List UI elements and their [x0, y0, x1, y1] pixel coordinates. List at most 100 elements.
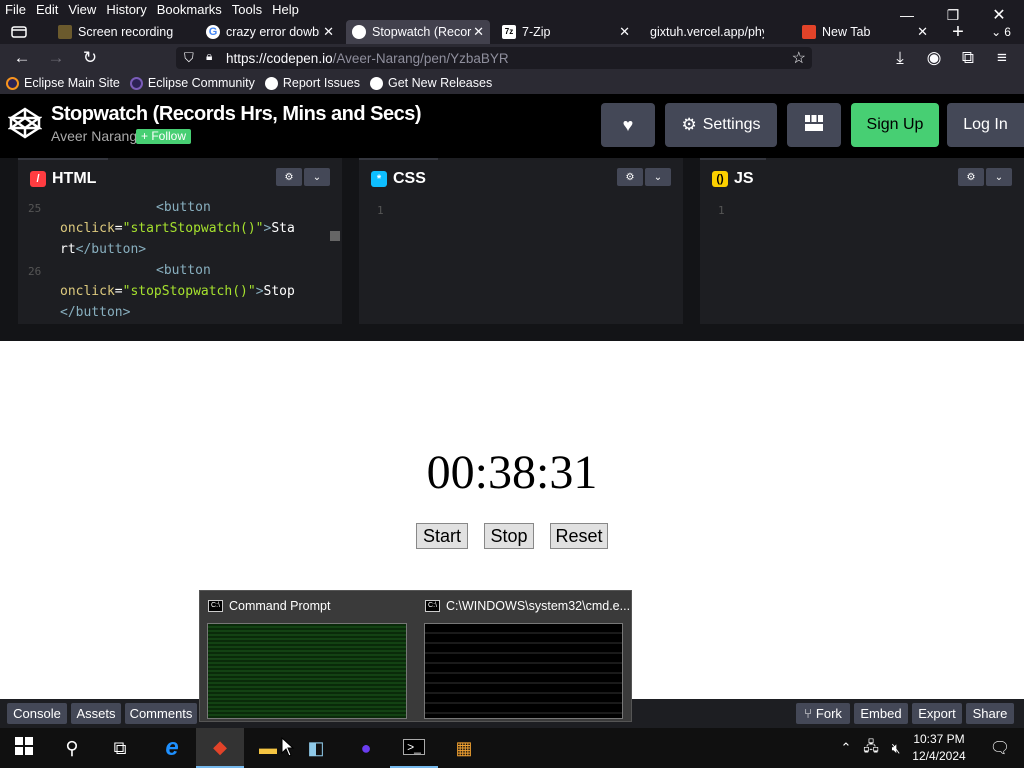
menu-tools[interactable]: Tools — [227, 0, 267, 20]
console-button[interactable]: Console — [7, 703, 67, 724]
app-menu-button[interactable]: ≡ — [988, 46, 1016, 70]
export-button[interactable]: Export — [912, 703, 962, 724]
mouse-cursor — [281, 736, 295, 757]
line-number: 25 — [28, 202, 42, 215]
account-button[interactable]: ◉ — [920, 46, 948, 70]
bookmark-eclipse-community[interactable]: Eclipse Community — [129, 76, 255, 90]
cmd-icon: C:\ — [425, 600, 440, 612]
preview-thumbnail-1[interactable] — [207, 623, 407, 719]
preview-thumbnail-2[interactable] — [424, 623, 623, 719]
css-editor-header: * CSS — [359, 158, 438, 198]
taskbar-app-purple[interactable]: ● — [342, 728, 390, 768]
follow-button[interactable]: + Follow — [136, 129, 192, 144]
bookmark-report-issues[interactable]: Report Issues — [264, 76, 360, 90]
search-button[interactable]: ⚲ — [48, 728, 96, 768]
pen-author[interactable]: Aveer Narang — [51, 128, 137, 144]
close-window-button[interactable]: ✕ — [976, 0, 1022, 30]
restore-button[interactable]: ❐ — [930, 0, 976, 30]
html-settings-button[interactable]: ⚙ — [276, 168, 302, 186]
bookmark-get-new-releases[interactable]: Get New Releases — [369, 76, 493, 90]
extensions-button[interactable]: ⧉ — [954, 46, 982, 70]
shield-icon: ⛉ — [184, 50, 194, 65]
codepen-logo-icon[interactable] — [7, 106, 43, 140]
code-line: </button> — [60, 305, 131, 320]
menu-file[interactable]: File — [0, 0, 31, 20]
css-code-area[interactable]: 1 — [359, 198, 683, 324]
bookmark-label: Get New Releases — [387, 76, 493, 90]
fork-button[interactable]: ⑂ Fork — [796, 703, 850, 724]
start-button[interactable] — [0, 728, 48, 768]
gitlab-icon: ◆ — [213, 736, 227, 757]
share-button[interactable]: Share — [966, 703, 1014, 724]
menu-bookmarks[interactable]: Bookmarks — [152, 0, 227, 20]
menu-view[interactable]: View — [63, 0, 101, 20]
tab-js[interactable]: () JS — [700, 158, 766, 198]
js-code-area[interactable]: 1 — [700, 198, 1024, 324]
menu-history[interactable]: History — [101, 0, 151, 20]
code-line: onclick="startStopwatch()">Sta — [60, 221, 295, 236]
assets-button[interactable]: Assets — [71, 703, 121, 724]
scrollbar-thumb[interactable] — [330, 231, 340, 241]
stop-button[interactable]: Stop — [484, 523, 534, 549]
menu-edit[interactable]: Edit — [31, 0, 63, 20]
js-label: JS — [734, 170, 754, 187]
bookmark-label: Report Issues — [282, 76, 360, 90]
back-button[interactable]: ← — [8, 46, 36, 70]
signup-button[interactable]: Sign Up — [851, 103, 939, 147]
taskbar-app-colorful[interactable]: ▦ — [440, 728, 488, 768]
tab-7zip[interactable]: 7z 7-Zip ✕ — [496, 20, 636, 44]
bookmark-eclipse-main[interactable]: Eclipse Main Site — [6, 76, 120, 90]
embed-button[interactable]: Embed — [854, 703, 908, 724]
login-button[interactable]: Log In — [947, 103, 1024, 147]
layout-button[interactable] — [787, 103, 841, 147]
bookmark-star-icon[interactable]: ☆ — [792, 48, 806, 68]
reload-button[interactable]: ↻ — [76, 46, 104, 70]
tab-screen-recording[interactable]: Screen recording — [52, 20, 198, 44]
url-bar[interactable]: ⛉ 🔒︎ https://codepen.io/Aveer-Narang/pen… — [176, 47, 812, 69]
css-settings-button[interactable]: ⚙ — [617, 168, 643, 186]
taskbar-app-blue[interactable]: ◧ — [292, 728, 340, 768]
tab-gixtuh[interactable]: gixtuh.vercel.app/phy — [642, 20, 788, 44]
bookmarks-toolbar: Eclipse Main Site Eclipse Community Repo… — [0, 72, 1024, 94]
show-hidden-icons-button[interactable]: ⌃ — [834, 728, 858, 768]
network-button[interactable]: 🖧︎ — [858, 728, 884, 768]
tab-css[interactable]: * CSS — [359, 158, 438, 198]
tab-stopwatch[interactable]: Stopwatch (Recor ✕ — [346, 20, 490, 44]
close-icon[interactable]: ✕ — [473, 24, 484, 40]
chevron-down-icon: ⌄ — [312, 171, 322, 183]
downloads-button[interactable]: ⤓ — [886, 46, 914, 70]
html-code-area[interactable]: 25 <button onclick="startStopwatch()">St… — [18, 198, 342, 324]
settings-button[interactable]: ⚙ Settings — [665, 103, 777, 147]
reload-icon: ↻ — [82, 48, 98, 67]
heart-icon: ♥ — [622, 114, 634, 135]
taskbar-command-prompt[interactable]: >_ — [390, 728, 438, 768]
account-icon: ◉ — [926, 48, 942, 67]
forward-button[interactable]: → — [42, 46, 70, 70]
comments-button[interactable]: Comments — [125, 703, 197, 724]
chevron-down-icon: ⌄ — [994, 171, 1004, 183]
tab-crazy-error[interactable]: G crazy error dowbl ✕ — [200, 20, 340, 44]
system-clock[interactable]: 10:37 PM 12/4/2024 — [906, 731, 972, 765]
css-collapse-button[interactable]: ⌄ — [645, 168, 671, 186]
close-icon[interactable]: ✕ — [619, 24, 630, 40]
tab-html[interactable]: / HTML — [18, 158, 109, 198]
volume-button[interactable]: 🔇︎ — [884, 728, 908, 768]
windows-taskbar: ⚲ ⧉ e ◆ ▬ ◧ ● >_ ▦ ⌃ 🖧︎ 🔇︎ 10:37 PM 12/4… — [0, 728, 1024, 768]
taskbar-internet-explorer[interactable]: e — [148, 728, 196, 768]
html-collapse-button[interactable]: ⌄ — [304, 168, 330, 186]
start-button[interactable]: Start — [416, 523, 468, 549]
js-settings-button[interactable]: ⚙ — [958, 168, 984, 186]
gear-icon: ⚙ — [625, 171, 635, 183]
list-all-tabs-icon[interactable] — [8, 22, 30, 42]
task-view-button[interactable]: ⧉ — [96, 728, 144, 768]
menubar: File Edit View History Bookmarks Tools H… — [0, 0, 304, 20]
taskbar-firefox[interactable]: ◆ — [196, 728, 244, 768]
menu-help[interactable]: Help — [267, 0, 304, 20]
close-icon[interactable]: ✕ — [323, 24, 334, 40]
heart-button[interactable]: ♥ — [601, 103, 655, 147]
preview-label-2: C:\WINDOWS\system32\cmd.e... — [446, 599, 631, 613]
notifications-button[interactable]: 🗨︎ — [976, 728, 1024, 768]
reset-button[interactable]: Reset — [550, 523, 608, 549]
minimize-button[interactable]: — — [884, 0, 930, 30]
js-collapse-button[interactable]: ⌄ — [986, 168, 1012, 186]
